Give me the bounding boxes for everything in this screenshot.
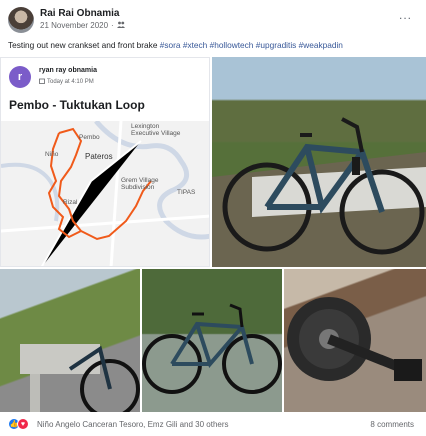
bicycle-illustration — [142, 303, 282, 394]
hashtag[interactable]: #weakpadin — [299, 40, 343, 50]
bike-photo-2[interactable] — [0, 269, 140, 412]
reaction-icons[interactable]: 👍 ♥ — [8, 418, 29, 430]
map-label-nino: Niño — [45, 151, 59, 158]
crankset-illustration — [287, 297, 422, 381]
author-avatar[interactable] — [8, 7, 34, 33]
hashtag[interactable]: #sora — [160, 40, 181, 50]
route-map-photo[interactable]: r ryan ray obnamia Today at 4:10 PM Pemb… — [0, 57, 210, 267]
photo-grid: r ryan ray obnamia Today at 4:10 PM Pemb… — [0, 57, 426, 412]
map-label-pateros: Pateros — [85, 152, 113, 161]
bench-illustration — [20, 344, 140, 412]
bicycle-illustration — [212, 117, 426, 267]
map-label-tipas: TIPAS — [177, 189, 196, 196]
comments-count[interactable]: 8 comments — [370, 420, 414, 429]
hashtag[interactable]: #hollowtech — [210, 40, 254, 50]
post-meta: 21 November 2020 · — [40, 21, 125, 30]
activity-time: Today at 4:10 PM — [39, 78, 94, 86]
crankset-photo[interactable] — [284, 269, 426, 412]
more-options-icon[interactable]: ... — [399, 8, 412, 22]
hashtag[interactable]: #xtech — [183, 40, 207, 50]
reactors-text[interactable]: Niño Angelo Canceran Tesoro, Emz Gili an… — [37, 420, 229, 429]
love-icon: ♥ — [17, 418, 29, 430]
activity-user: ryan ray obnamia — [39, 67, 97, 74]
calendar-icon — [39, 78, 45, 86]
caption-text: Testing out new crankset and front brake — [8, 40, 158, 50]
facebook-post: Rai Rai Obnamia 21 November 2020 · ... T… — [0, 0, 426, 436]
map-label-pembo: Pembo — [79, 134, 100, 141]
hashtag[interactable]: #upgraditis — [256, 40, 297, 50]
post-footer: 👍 ♥ Niño Angelo Canceran Tesoro, Emz Gil… — [0, 412, 426, 436]
bike-photo-1[interactable] — [212, 57, 426, 267]
activity-title: Pembo - Tuktukan Loop — [9, 98, 145, 112]
friends-icon — [116, 21, 125, 30]
post-date[interactable]: 21 November 2020 — [40, 21, 108, 30]
route-map: Lexington Executive Village Pembo Niño Pa… — [1, 119, 209, 266]
map-label-rizal: Rizal — [63, 199, 78, 206]
activity-avatar: r — [9, 66, 31, 88]
author-name[interactable]: Rai Rai Obnamia — [40, 8, 119, 19]
map-label-lexington: Lexington Executive Village — [131, 123, 181, 138]
map-label-grem: Grem Village Subdivision — [121, 177, 159, 192]
post-caption: Testing out new crankset and front brake… — [8, 40, 420, 50]
bike-photo-3[interactable] — [142, 269, 282, 412]
